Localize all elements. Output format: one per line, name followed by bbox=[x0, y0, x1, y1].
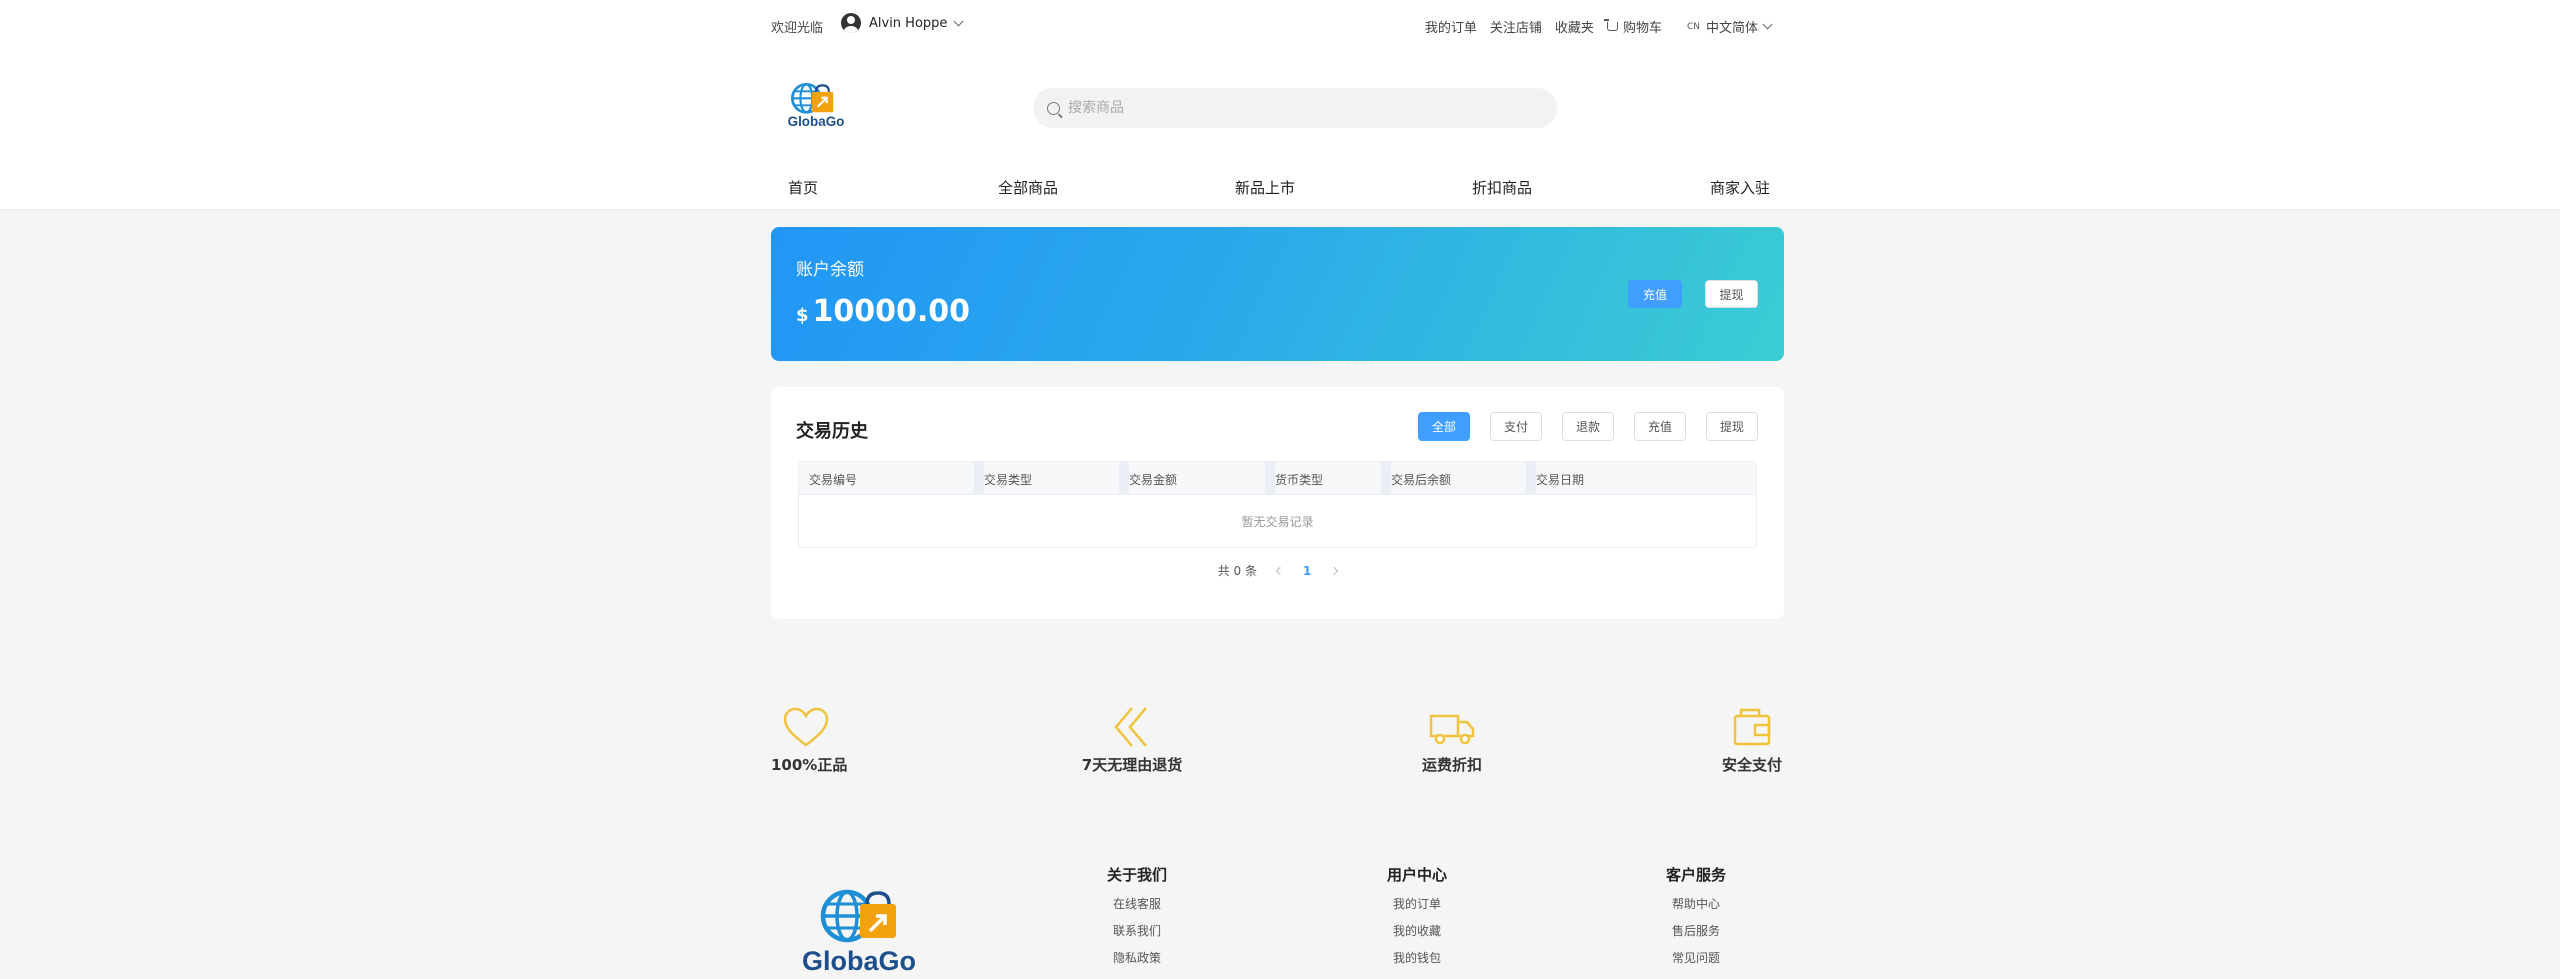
filter-withdraw-button[interactable]: 提现 bbox=[1706, 412, 1758, 441]
feature-label: 7天无理由退货 bbox=[1081, 756, 1183, 774]
nav-item-merchant-join[interactable]: 商家入驻 bbox=[1710, 177, 1770, 198]
balance-amount: $ 10000.00 bbox=[796, 294, 970, 329]
table-header: 交易编号 交易类型 交易金额 货币类型 交易后余额 交易日期 bbox=[799, 462, 1756, 495]
top-links: 我的订单 关注店铺 收藏夹 购物车 CN 中文简体 bbox=[1425, 17, 1773, 36]
filter-payment-button[interactable]: 支付 bbox=[1490, 412, 1542, 441]
site-header: 欢迎光临 Alvin Hoppe 我的订单 关注店铺 收藏夹 购物车 CN 中文… bbox=[0, 0, 2560, 210]
column-header: 交易编号 bbox=[809, 473, 858, 487]
footer-link[interactable]: 隐私政策 bbox=[1097, 951, 1177, 978]
main-nav: 首页 全部商品 新品上市 折扣商品 商家入驻 bbox=[771, 172, 1771, 202]
balance-card: 账户余额 $ 10000.00 充值 提现 bbox=[771, 227, 1784, 361]
heart-icon bbox=[783, 707, 829, 747]
feature-shipping: 运费折扣 bbox=[1420, 706, 1484, 775]
page-number[interactable]: 1 bbox=[1303, 564, 1311, 578]
currency-symbol: $ bbox=[796, 305, 809, 326]
feature-label: 100%正品 bbox=[771, 756, 848, 774]
nav-item-new-arrivals[interactable]: 新品上市 bbox=[1235, 177, 1295, 198]
feature-label: 安全支付 bbox=[1721, 756, 1782, 774]
filter-recharge-button[interactable]: 充值 bbox=[1634, 412, 1686, 441]
transaction-history-panel: 交易历史 全部 支付 退款 充值 提现 交易编号 交易类型 交易金额 货币类型 … bbox=[771, 387, 1784, 619]
pagination: 共 0 条 1 bbox=[771, 562, 1784, 579]
withdraw-button[interactable]: 提现 bbox=[1705, 280, 1758, 308]
footer-column-about: 关于我们 在线客服 联系我们 隐私政策 bbox=[1097, 864, 1177, 978]
user-menu[interactable]: Alvin Hoppe bbox=[841, 13, 964, 33]
service-features: 100%正品 7天无理由退货 运费折扣 安全支付 bbox=[771, 706, 1784, 786]
footer-column-title: 关于我们 bbox=[1106, 866, 1167, 884]
user-name: Alvin Hoppe bbox=[869, 15, 948, 31]
filter-all-button[interactable]: 全部 bbox=[1418, 412, 1470, 441]
footer-link[interactable]: 我的订单 bbox=[1377, 897, 1457, 924]
column-header: 货币类型 bbox=[1275, 473, 1324, 487]
column-header: 交易后余额 bbox=[1391, 473, 1452, 487]
wallet-icon bbox=[1733, 708, 1771, 746]
language-selector[interactable]: CN 中文简体 bbox=[1686, 17, 1773, 36]
brand-name: GlobaGo bbox=[802, 946, 916, 976]
footer-column-customer-service: 客户服务 帮助中心 售后服务 常见问题 bbox=[1656, 864, 1736, 978]
language-code: CN bbox=[1686, 21, 1700, 32]
transaction-table: 交易编号 交易类型 交易金额 货币类型 交易后余额 交易日期 暂无交易记录 bbox=[798, 461, 1757, 548]
column-header: 交易金额 bbox=[1129, 473, 1178, 487]
filter-refund-button[interactable]: 退款 bbox=[1562, 412, 1614, 441]
column-header: 交易日期 bbox=[1536, 473, 1585, 487]
history-title: 交易历史 bbox=[796, 421, 868, 442]
welcome-text: 欢迎光临 bbox=[771, 21, 824, 36]
footer-link[interactable]: 在线客服 bbox=[1097, 897, 1177, 924]
balance-value: 10000.00 bbox=[812, 294, 971, 329]
top-bar: 欢迎光临 Alvin Hoppe 我的订单 关注店铺 收藏夹 购物车 CN 中文… bbox=[771, 0, 1773, 48]
chevron-down-icon bbox=[953, 16, 964, 26]
total-count: 共 0 条 bbox=[1217, 564, 1257, 578]
footer-link[interactable]: 联系我们 bbox=[1097, 924, 1177, 951]
footer-column-title: 客户服务 bbox=[1665, 866, 1726, 884]
cart-link[interactable]: 购物车 bbox=[1603, 17, 1662, 36]
globago-logo[interactable]: GlobaGo bbox=[783, 80, 849, 130]
nav-item-all-products[interactable]: 全部商品 bbox=[998, 177, 1058, 198]
search-bar[interactable] bbox=[1033, 88, 1557, 128]
feature-authentic: 100%正品 bbox=[771, 706, 848, 775]
favorites-link[interactable]: 收藏夹 bbox=[1555, 17, 1594, 36]
footer-link[interactable]: 我的钱包 bbox=[1377, 951, 1457, 978]
cart-label: 购物车 bbox=[1622, 21, 1662, 36]
footer-link[interactable]: 帮助中心 bbox=[1656, 897, 1736, 924]
user-avatar-icon bbox=[841, 13, 861, 33]
footer-link[interactable]: 售后服务 bbox=[1656, 924, 1736, 951]
search-input[interactable] bbox=[1068, 100, 1548, 116]
feature-return: 7天无理由退货 bbox=[1079, 706, 1185, 775]
followed-shops-link[interactable]: 关注店铺 bbox=[1490, 17, 1542, 36]
brand-name: GlobaGo bbox=[788, 114, 845, 129]
recharge-button[interactable]: 充值 bbox=[1628, 280, 1682, 308]
footer-column-title: 用户中心 bbox=[1386, 866, 1447, 884]
cart-icon bbox=[1603, 19, 1618, 31]
search-icon bbox=[1047, 101, 1060, 115]
chevron-down-icon bbox=[1762, 19, 1773, 30]
double-chevron-left-icon bbox=[1114, 707, 1147, 747]
footer-link[interactable]: 常见问题 bbox=[1656, 951, 1736, 978]
balance-label: 账户余额 bbox=[796, 260, 864, 280]
prev-page-icon[interactable] bbox=[1275, 566, 1285, 575]
nav-item-discounts[interactable]: 折扣商品 bbox=[1472, 177, 1532, 198]
footer-link[interactable]: 我的收藏 bbox=[1377, 924, 1457, 951]
shopping-bag-icon bbox=[811, 84, 834, 113]
next-page-icon[interactable] bbox=[1330, 566, 1339, 575]
feature-label: 运费折扣 bbox=[1421, 756, 1482, 774]
nav-item-home[interactable]: 首页 bbox=[788, 177, 818, 198]
history-filters: 全部 支付 退款 充值 提现 bbox=[1418, 412, 1758, 441]
footer-column-user-center: 用户中心 我的订单 我的收藏 我的钱包 bbox=[1377, 864, 1457, 978]
language-label: 中文简体 bbox=[1705, 21, 1758, 36]
globago-footer-logo[interactable]: GlobaGo bbox=[799, 886, 919, 979]
feature-secure-pay: 安全支付 bbox=[1720, 706, 1784, 775]
column-header: 交易类型 bbox=[984, 473, 1033, 487]
my-orders-link[interactable]: 我的订单 bbox=[1425, 17, 1477, 36]
truck-icon bbox=[1429, 714, 1475, 745]
